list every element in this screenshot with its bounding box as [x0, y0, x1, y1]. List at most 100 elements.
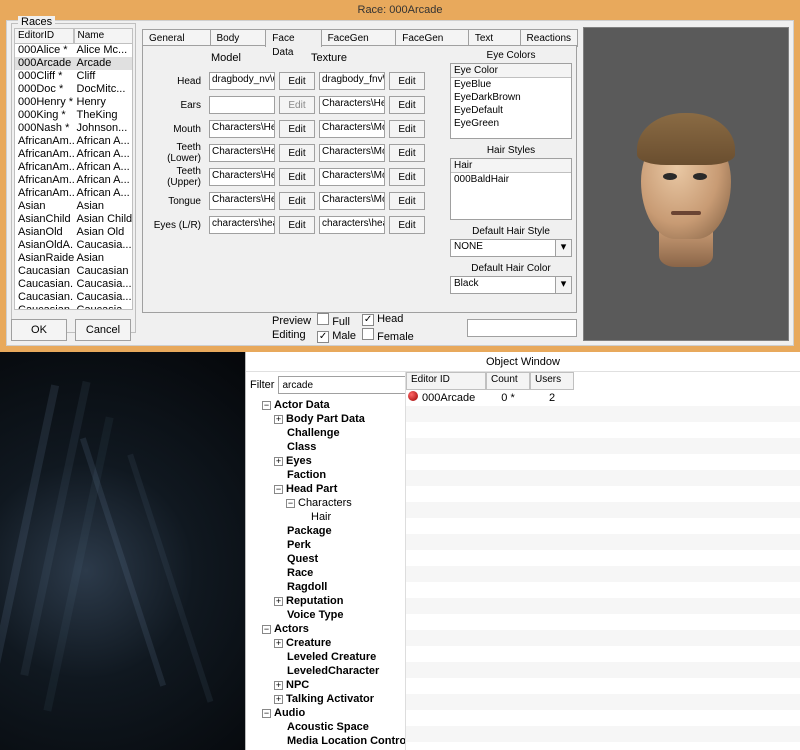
female-checkbox[interactable]: [362, 328, 374, 340]
texture-field[interactable]: characters\head: [319, 216, 385, 234]
race-row[interactable]: 000Henry *Henry: [15, 96, 132, 109]
edit-texture-button[interactable]: Edit: [389, 168, 425, 186]
race-row[interactable]: AfricanAm...African A...: [15, 148, 132, 161]
collapse-icon[interactable]: −: [262, 625, 271, 634]
object-list[interactable]: 000Arcade0 *2: [406, 390, 800, 750]
col-count[interactable]: Count: [486, 372, 530, 390]
model-field[interactable]: Characters\Hea: [209, 192, 275, 210]
model-field[interactable]: dragbody_nv\G: [209, 72, 275, 90]
tree-node[interactable]: Faction: [250, 468, 401, 482]
chevron-down-icon[interactable]: ▾: [556, 239, 572, 257]
tab-face-data[interactable]: Face Data: [265, 29, 321, 47]
edit-model-button[interactable]: Edit: [279, 120, 315, 138]
tree-node[interactable]: Class: [250, 440, 401, 454]
full-checkbox[interactable]: [317, 313, 329, 325]
col-users[interactable]: Users: [530, 372, 574, 390]
texture-field[interactable]: Characters\Mou: [319, 120, 385, 138]
expand-icon[interactable]: +: [274, 415, 283, 424]
male-checkbox[interactable]: ✓: [317, 331, 329, 343]
expand-icon[interactable]: +: [274, 695, 283, 704]
edit-texture-button[interactable]: Edit: [389, 144, 425, 162]
tree-node[interactable]: Challenge: [250, 426, 401, 440]
race-row[interactable]: AfricanAm...African A...: [15, 161, 132, 174]
filter-input[interactable]: [278, 376, 406, 394]
tree-node[interactable]: −Audio: [250, 706, 401, 720]
race-row[interactable]: Caucasian...Caucasia...: [15, 278, 132, 291]
collapse-icon[interactable]: −: [262, 401, 271, 410]
model-field[interactable]: [209, 96, 275, 114]
col-editorid[interactable]: EditorID: [14, 28, 74, 44]
cancel-button[interactable]: Cancel: [75, 319, 131, 341]
races-list-header[interactable]: EditorID Name: [14, 28, 133, 44]
edit-model-button[interactable]: Edit: [279, 72, 315, 90]
texture-field[interactable]: Characters\Mou: [319, 168, 385, 186]
model-field[interactable]: Characters\Hea: [209, 168, 275, 186]
texture-field[interactable]: Characters\Mou: [319, 192, 385, 210]
tree-node[interactable]: −Head Part: [250, 482, 401, 496]
category-tree[interactable]: −Actor Data+Body Part DataChallengeClass…: [250, 398, 401, 750]
expand-icon[interactable]: +: [274, 681, 283, 690]
eye-color-item[interactable]: EyeGreen: [451, 117, 571, 130]
expand-icon[interactable]: +: [274, 457, 283, 466]
tree-node[interactable]: Media Location Controller: [250, 734, 401, 748]
eye-colors-header[interactable]: Eye Color: [451, 64, 571, 78]
race-row[interactable]: 000Alice *Alice Mc...: [15, 44, 132, 57]
race-row[interactable]: AfricanAm...African A...: [15, 174, 132, 187]
collapse-icon[interactable]: −: [274, 485, 283, 494]
edit-model-button[interactable]: Edit: [279, 216, 315, 234]
col-name[interactable]: Name: [74, 28, 134, 44]
race-row[interactable]: Caucasian...Caucasia...: [15, 291, 132, 304]
model-field[interactable]: characters\head: [209, 216, 275, 234]
race-row[interactable]: AsianOldAsian Old: [15, 226, 132, 239]
tree-node[interactable]: −Actors: [250, 622, 401, 636]
race-row[interactable]: AsianOldA...Caucasia...: [15, 239, 132, 252]
race-row[interactable]: AsianAsian: [15, 200, 132, 213]
tree-node[interactable]: −Actor Data: [250, 398, 401, 412]
expand-icon[interactable]: +: [274, 597, 283, 606]
race-row[interactable]: AfricanAm...African A...: [15, 187, 132, 200]
tree-node[interactable]: +Creature: [250, 636, 401, 650]
hair-style-item[interactable]: 000BaldHair: [451, 173, 571, 186]
model-field[interactable]: Characters\Hea: [209, 120, 275, 138]
hair-styles-header[interactable]: Hair: [451, 159, 571, 173]
default-hair-style-combo[interactable]: NONE ▾: [450, 239, 572, 257]
tree-node[interactable]: LeveledCharacter: [250, 664, 401, 678]
edit-texture-button[interactable]: Edit: [389, 72, 425, 90]
edit-texture-button[interactable]: Edit: [389, 96, 425, 114]
object-row[interactable]: 000Arcade0 *2: [406, 390, 800, 406]
tree-node[interactable]: +NPC: [250, 678, 401, 692]
tree-node[interactable]: Hair: [250, 510, 401, 524]
bottom-field[interactable]: [467, 319, 577, 337]
texture-field[interactable]: dragbody_fnv\M: [319, 72, 385, 90]
ok-button[interactable]: OK: [11, 319, 67, 341]
preview-3d[interactable]: [583, 27, 789, 341]
race-row[interactable]: Caucasian...Caucasia...: [15, 304, 132, 310]
eye-color-item[interactable]: EyeBlue: [451, 78, 571, 91]
tree-node[interactable]: Race: [250, 566, 401, 580]
edit-texture-button[interactable]: Edit: [389, 192, 425, 210]
edit-model-button[interactable]: Edit: [279, 168, 315, 186]
collapse-icon[interactable]: −: [262, 709, 271, 718]
race-row[interactable]: 000King *TheKing: [15, 109, 132, 122]
eye-colors-list[interactable]: Eye Color EyeBlueEyeDarkBrownEyeDefaultE…: [450, 63, 572, 139]
race-row[interactable]: 000Cliff *Cliff: [15, 70, 132, 83]
tree-node[interactable]: Perk: [250, 538, 401, 552]
tree-node[interactable]: +Reputation: [250, 594, 401, 608]
col-editor-id[interactable]: Editor ID: [406, 372, 486, 390]
tree-node[interactable]: Leveled Creature: [250, 650, 401, 664]
edit-model-button[interactable]: Edit: [279, 192, 315, 210]
tree-node[interactable]: −Characters: [250, 496, 401, 510]
race-row[interactable]: AsianRaiderAsian: [15, 252, 132, 265]
chevron-down-icon[interactable]: ▾: [556, 276, 572, 294]
race-row[interactable]: 000Arcade *Arcade: [15, 57, 132, 70]
hair-styles-list[interactable]: Hair 000BaldHair: [450, 158, 572, 220]
eye-color-item[interactable]: EyeDarkBrown: [451, 91, 571, 104]
tree-node[interactable]: Package: [250, 524, 401, 538]
race-row[interactable]: 000Nash *Johnson...: [15, 122, 132, 135]
tree-node[interactable]: Voice Type: [250, 608, 401, 622]
tree-node[interactable]: +Body Part Data: [250, 412, 401, 426]
edit-texture-button[interactable]: Edit: [389, 120, 425, 138]
default-hair-color-combo[interactable]: Black ▾: [450, 276, 572, 294]
race-row[interactable]: 000Doc *DocMitc...: [15, 83, 132, 96]
tree-node[interactable]: Acoustic Space: [250, 720, 401, 734]
